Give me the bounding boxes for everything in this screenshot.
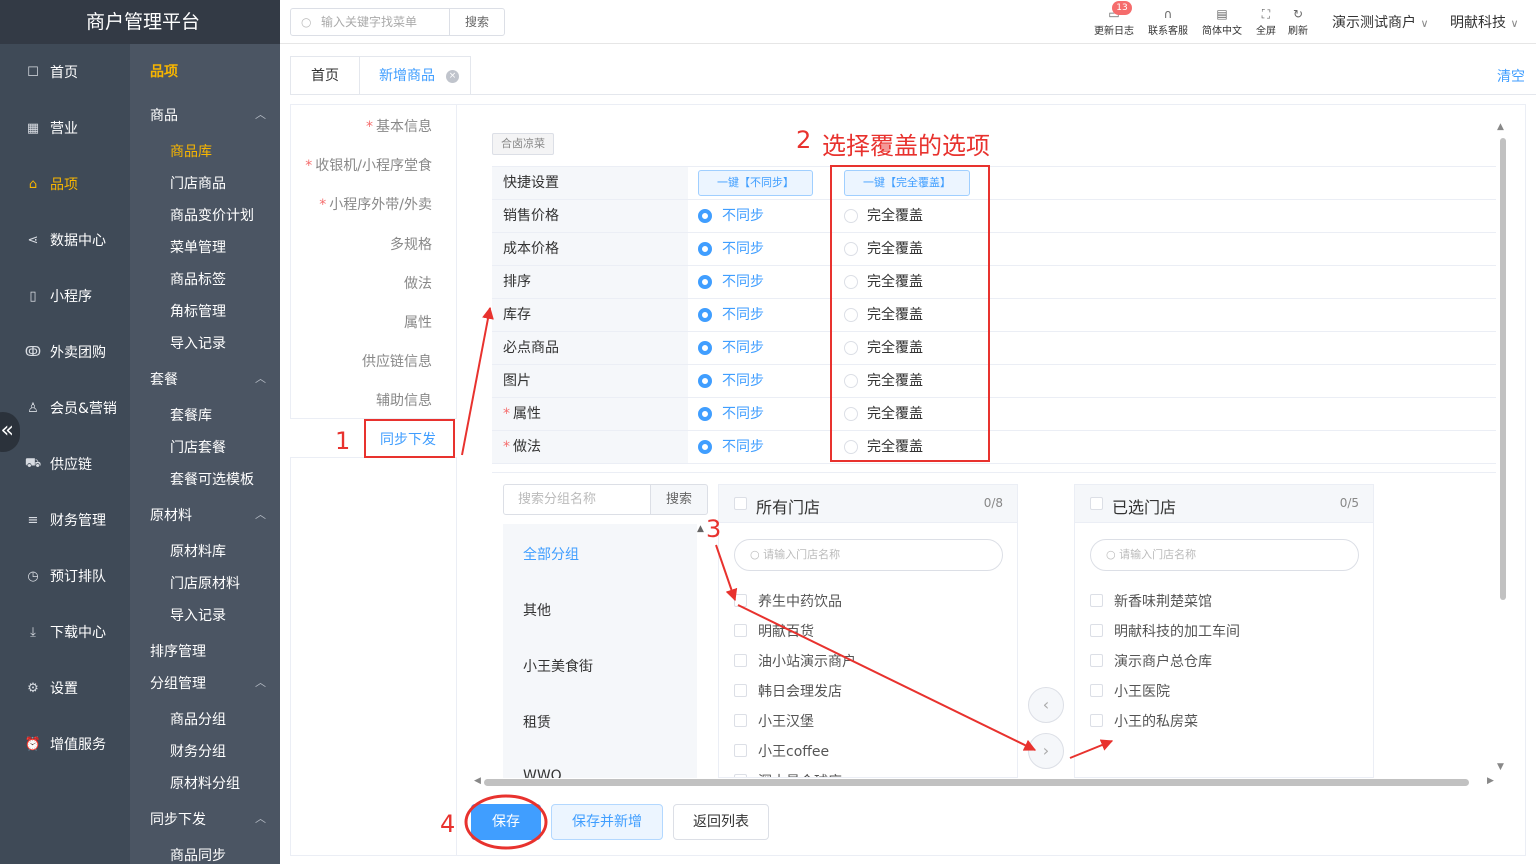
annotation-label-4: 4 [440, 810, 456, 838]
annotation-arrow-1 [461, 306, 494, 456]
annotation-label-2: 2 [796, 126, 812, 154]
annotation-overlay [364, 165, 1114, 850]
annotation-circle-4 [464, 794, 548, 850]
annotation-arrow-3a [715, 544, 738, 602]
annotation-label-1: 1 [335, 427, 351, 455]
annotation-arrow-3b [737, 604, 1037, 751]
annotation-box-2 [830, 165, 990, 462]
annotation-label-2-text: 选择覆盖的选项 [822, 132, 990, 160]
annotation-label-3: 3 [706, 515, 722, 543]
annotation-box-1 [364, 419, 455, 458]
annotation-arrow-3c [1069, 739, 1114, 759]
